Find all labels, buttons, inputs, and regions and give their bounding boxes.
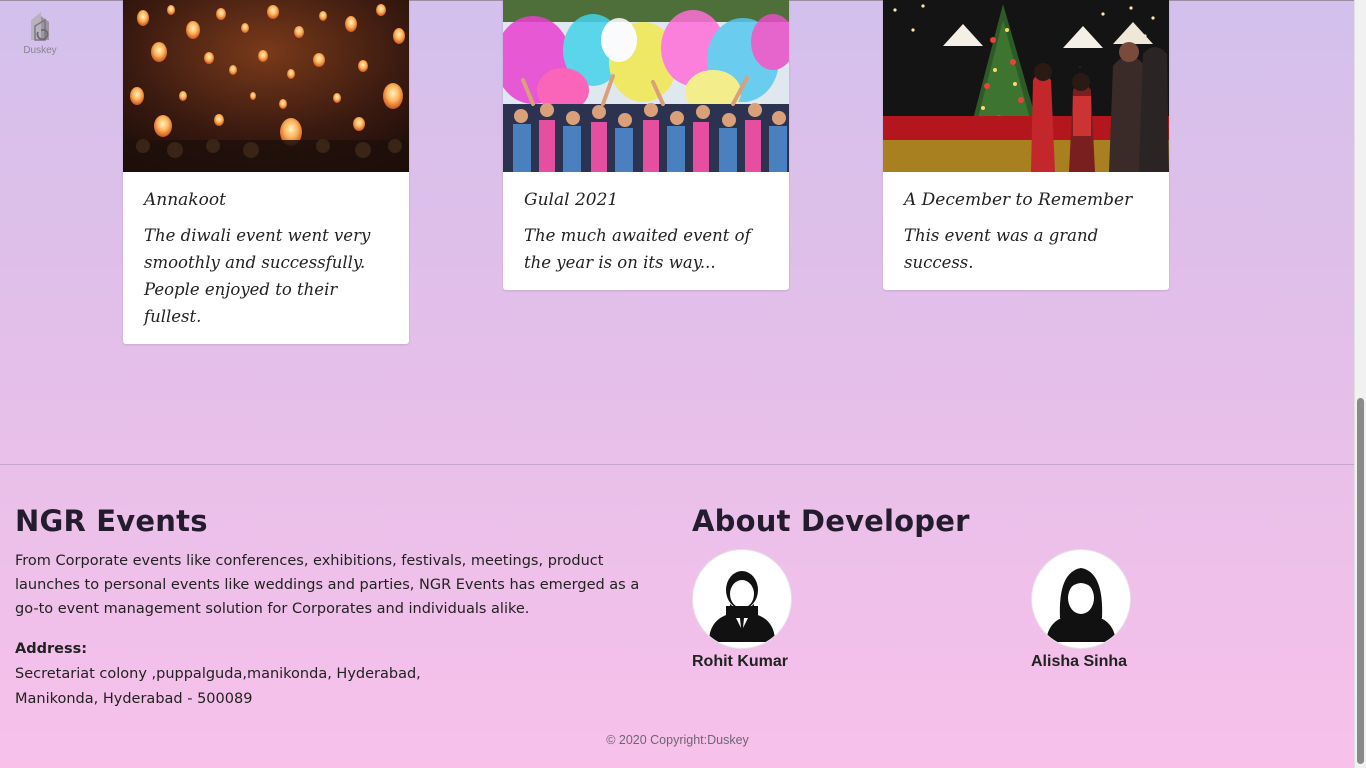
- christmas-market-image: [883, 0, 1169, 172]
- footer-developer-heading: About Developer: [692, 504, 970, 538]
- card-title: A December to Remember: [904, 190, 1133, 210]
- scrollbar-thumb[interactable]: [1357, 398, 1364, 764]
- brand-logo[interactable]: Duskey: [20, 10, 60, 58]
- female-avatar-icon: [1046, 568, 1116, 642]
- card-title: Annakoot: [144, 190, 226, 210]
- card-text: This event was a grand success.: [904, 226, 1099, 272]
- lanterns-image: [123, 0, 409, 172]
- avatar: [692, 549, 792, 649]
- building-logo-icon: [31, 12, 49, 41]
- event-card-annakoot[interactable]: Annakoot The diwali event went very smoo…: [123, 0, 409, 344]
- footer-about-text: From Corporate events like conferences, …: [15, 553, 640, 617]
- footer-about-heading: NGR Events: [15, 504, 208, 538]
- copyright-text: © 2020 Copyright:Duskey: [606, 733, 749, 747]
- address-label: Address:: [15, 641, 88, 657]
- address-line-2: Manikonda, Hyderabad - 500089: [15, 691, 253, 707]
- event-card-december-to-remember[interactable]: A December to Remember This event was a …: [883, 0, 1169, 290]
- address-line-1: Secretariat colony ,puppalguda,manikonda…: [15, 666, 421, 682]
- address-block: Address: Secretariat colony ,puppalguda,…: [15, 637, 615, 712]
- card-title: Gulal 2021: [524, 190, 619, 210]
- logo-text: Duskey: [23, 45, 57, 56]
- footer-divider: [0, 464, 1355, 465]
- page-scrollbar[interactable]: [1354, 0, 1366, 768]
- event-card-gulal-2021[interactable]: Gulal 2021 The much awaited event of the…: [503, 0, 789, 290]
- developer-name: Rohit Kumar: [692, 653, 788, 670]
- developer-name: Alisha Sinha: [1031, 653, 1128, 670]
- developer-card-alisha-sinha[interactable]: Alisha Sinha: [1031, 549, 1171, 671]
- holi-colors-image: [503, 0, 789, 172]
- card-text: The diwali event went very smoothly and …: [144, 226, 371, 326]
- male-avatar-icon: [709, 571, 775, 642]
- avatar: [1031, 549, 1131, 649]
- developer-card-rohit-kumar[interactable]: Rohit Kumar: [692, 549, 832, 671]
- card-text: The much awaited event of the year is on…: [524, 226, 751, 272]
